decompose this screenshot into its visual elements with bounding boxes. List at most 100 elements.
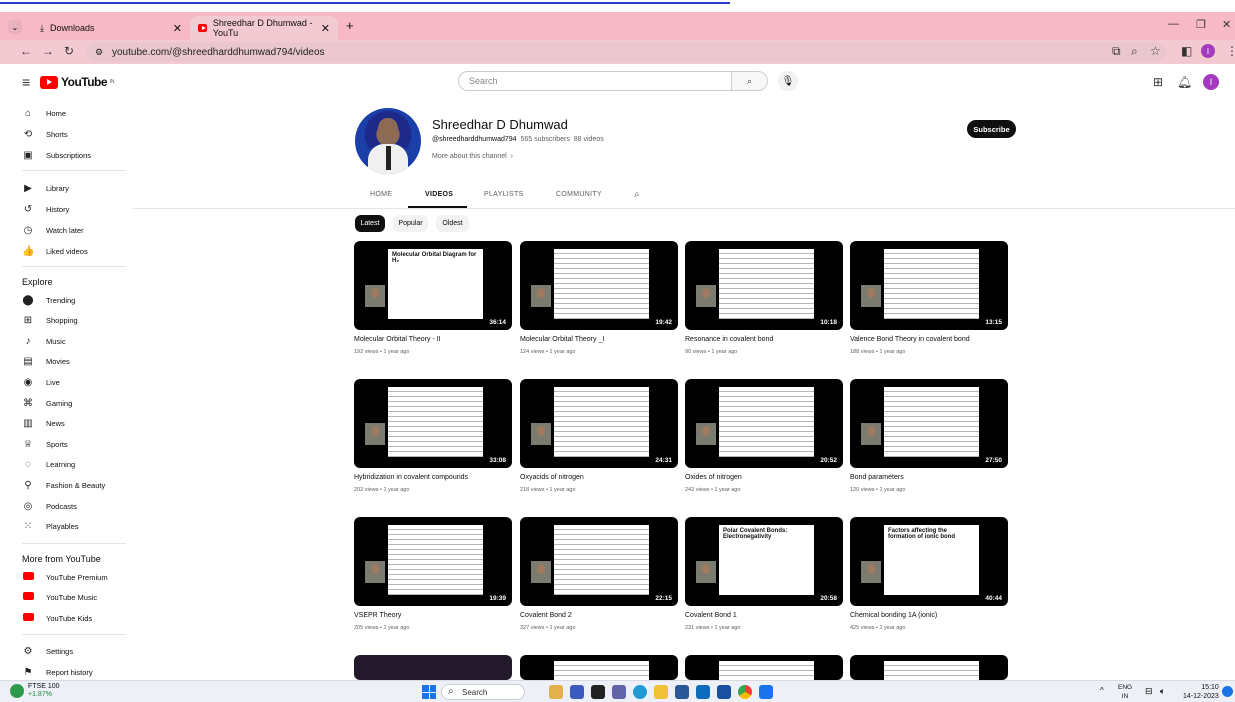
video-thumbnail[interactable]: 19:42 [520, 241, 678, 330]
sidebar-item-shorts[interactable]: ⟲ Shorts [22, 126, 68, 142]
hamburger-menu-icon[interactable]: ≡ [22, 74, 30, 90]
video-thumbnail[interactable]: Factors affecting the formation of ionic… [850, 517, 1008, 606]
sidebar-panel-icon[interactable]: ◧ [1181, 44, 1192, 58]
filter-oldest[interactable]: Oldest [436, 215, 469, 232]
volume-icon[interactable]: 🔈︎ [1160, 686, 1165, 697]
menu-kebab-icon[interactable]: ⋮ [1226, 44, 1235, 58]
back-arrow-icon[interactable]: ← [20, 44, 32, 58]
site-settings-icon[interactable]: ⚙ [95, 47, 103, 58]
url-field[interactable]: ⚙ youtube.com/@shreedharddhumwad794/vide… [86, 42, 1166, 62]
taskbar-app-icon[interactable] [549, 685, 563, 699]
video-thumbnail[interactable]: 33:08 [354, 379, 512, 468]
sidebar-item-settings[interactable]: ⚙ Settings [22, 643, 74, 659]
tab-community[interactable]: COMMUNITY [556, 191, 602, 198]
close-tab-icon[interactable]: ✕ [321, 22, 330, 35]
taskbar-app-icon[interactable] [591, 685, 605, 699]
sidebar-item-report-history[interactable]: ⚑ Report history [22, 664, 93, 680]
filter-popular[interactable]: Popular [393, 215, 428, 232]
sidebar-item-youtube-premium[interactable]: YouTube Premium [22, 569, 108, 585]
video-title[interactable]: Covalent Bond 1 [685, 612, 843, 619]
tab-downloads[interactable]: ⤓ Downloads ✕ [32, 16, 190, 40]
video-title[interactable]: Valence Bond Theory in covalent bond [850, 336, 1008, 343]
install-app-icon[interactable]: ⧉ [1112, 44, 1121, 59]
store-icon[interactable] [675, 685, 689, 699]
zoom-icon[interactable]: ⌕ [1131, 44, 1138, 59]
new-tab-icon[interactable]: + [346, 18, 354, 33]
sidebar-item-liked-videos[interactable]: 👍 Liked videos [22, 243, 88, 259]
filter-latest[interactable]: Latest [355, 215, 385, 232]
video-title[interactable]: VSEPR Theory [354, 612, 512, 619]
close-tab-icon[interactable]: ✕ [173, 22, 182, 35]
edge-icon[interactable] [633, 685, 647, 699]
voice-search-mic-icon[interactable]: 🎙 [778, 71, 798, 91]
tab-search-icon[interactable]: ⌄ [8, 20, 22, 34]
sidebar-item-trending[interactable]: ⬤ Trending [22, 292, 75, 308]
notification-badge-icon[interactable] [1222, 686, 1233, 697]
clock[interactable]: 15:10 14-12-2023 [1183, 683, 1219, 701]
tray-overflow-chevron-icon[interactable]: ^ [1100, 686, 1104, 695]
taskbar-app-icon[interactable] [759, 685, 773, 699]
reload-icon[interactable]: ↻ [64, 44, 74, 58]
video-thumbnail[interactable]: Polar Covalent Bonds: Electronegativity 2… [685, 517, 843, 606]
sidebar-item-library[interactable]: ▶ Library [22, 180, 69, 196]
video-title[interactable]: Molecular Orbital Theory _I [520, 336, 678, 343]
video-thumbnail[interactable]: 20:52 [685, 379, 843, 468]
video-title[interactable]: Oxides of nitrogen [685, 474, 843, 481]
tab-youtube-channel[interactable]: Shreedhar D Dhumwad - YouTu ✕ [190, 16, 338, 40]
video-thumbnail[interactable]: Molecular Orbital Diagram for H₂ 36:14 [354, 241, 512, 330]
channel-search-icon[interactable]: ⌕ [634, 189, 640, 200]
sidebar-item-shopping[interactable]: ⊞ Shopping [22, 313, 78, 329]
network-icon[interactable]: ⊟ [1145, 686, 1153, 697]
stock-widget[interactable]: FTSE 100 +1.87% [28, 683, 60, 699]
sidebar-item-fashion-beauty[interactable]: ⚲ Fashion & Beauty [22, 477, 105, 493]
windows-start-icon[interactable] [422, 685, 436, 699]
video-thumbnail[interactable]: 13:15 [850, 241, 1008, 330]
sidebar-item-music[interactable]: ♪ Music [22, 333, 66, 349]
search-button[interactable]: ⌕ [731, 72, 767, 90]
taskbar-app-icon[interactable] [570, 685, 584, 699]
search-input[interactable]: Search ⌕ [458, 71, 768, 91]
taskbar-app-icon[interactable] [717, 685, 731, 699]
language-indicator[interactable]: ENG IN [1118, 683, 1132, 701]
tab-playlists[interactable]: PLAYLISTS [484, 191, 524, 198]
video-title[interactable]: Oxyacids of nitrogen [520, 474, 678, 481]
forward-arrow-icon[interactable]: → [42, 44, 54, 58]
sidebar-item-youtube-kids[interactable]: YouTube Kids [22, 610, 92, 626]
video-thumbnail-partial[interactable] [685, 655, 843, 680]
sidebar-item-home[interactable]: ⌂ Home [22, 105, 66, 121]
sidebar-item-watch-later[interactable]: ◷ Watch later [22, 222, 84, 238]
video-thumbnail-partial[interactable] [520, 655, 678, 680]
notifications-bell-icon[interactable]: 🔔︎ [1177, 75, 1192, 89]
video-thumbnail[interactable]: 24:31 [520, 379, 678, 468]
more-about-channel-link[interactable]: More about this channel › [432, 153, 513, 160]
youtube-logo[interactable]: YouTube IN [40, 75, 115, 89]
video-title[interactable]: Resonance in covalent bond [685, 336, 843, 343]
teams-icon[interactable] [612, 685, 626, 699]
subscribe-button[interactable]: Subscribe [967, 120, 1016, 138]
sidebar-item-history[interactable]: ↺ History [22, 201, 70, 217]
sidebar-item-news[interactable]: ▥ News [22, 416, 65, 432]
tab-videos[interactable]: VIDEOS [425, 191, 453, 198]
sidebar-item-gaming[interactable]: ⌘ Gaming [22, 395, 72, 411]
close-window-icon[interactable]: ✕ [1222, 18, 1231, 31]
video-title[interactable]: Hybridization in covalent compounds [354, 474, 512, 481]
video-title[interactable]: Covalent Bond 2 [520, 612, 678, 619]
video-title[interactable]: Molecular Orbital Theory - II [354, 336, 512, 343]
file-explorer-icon[interactable] [654, 685, 668, 699]
browser-profile-avatar[interactable]: I [1201, 44, 1215, 58]
video-title[interactable]: Chemical bonding 1A (ionic) [850, 612, 1008, 619]
account-avatar[interactable]: I [1203, 74, 1219, 90]
mail-icon[interactable] [696, 685, 710, 699]
video-thumbnail[interactable]: 19:39 [354, 517, 512, 606]
sidebar-item-playables[interactable]: ⁙ Playables [22, 519, 79, 535]
minimize-icon[interactable]: — [1168, 18, 1179, 30]
tab-home[interactable]: HOME [370, 191, 392, 198]
chrome-icon[interactable] [738, 685, 752, 699]
video-thumbnail-partial[interactable] [850, 655, 1008, 680]
video-thumbnail[interactable]: 22:15 [520, 517, 678, 606]
sidebar-item-live[interactable]: ◉ Live [22, 374, 60, 390]
taskbar-search[interactable]: ⌕ Search [441, 684, 525, 700]
bookmark-star-icon[interactable]: ☆ [1150, 44, 1161, 58]
video-title[interactable]: Bond parameters [850, 474, 1008, 481]
sidebar-item-youtube-music[interactable]: YouTube Music [22, 590, 97, 606]
